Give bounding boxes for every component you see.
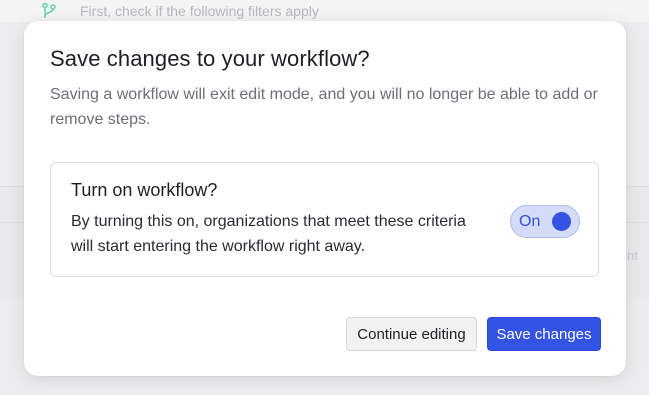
save-changes-button[interactable]: Save changes	[487, 317, 601, 351]
continue-editing-button[interactable]: Continue editing	[346, 317, 477, 351]
card-description: By turning this on, organizations that m…	[71, 213, 466, 255]
save-changes-dialog: Save changes to your workflow? Saving a …	[24, 21, 626, 376]
toggle-label: On	[519, 213, 541, 230]
workflow-toggle[interactable]: On	[510, 205, 580, 238]
background-partial-text: nt	[627, 248, 638, 263]
background-filter-row: First, check if the following filters ap…	[0, 0, 649, 22]
toggle-knob	[552, 212, 571, 231]
git-branch-icon	[40, 2, 58, 20]
turn-on-workflow-card: Turn on workflow? By turning this on, or…	[50, 162, 599, 277]
dialog-description: Saving a workflow will exit edit mode, a…	[50, 86, 598, 128]
dialog-title: Save changes to your workflow?	[50, 46, 370, 71]
card-title: Turn on workflow?	[71, 180, 218, 200]
background-filter-text: First, check if the following filters ap…	[80, 3, 319, 19]
